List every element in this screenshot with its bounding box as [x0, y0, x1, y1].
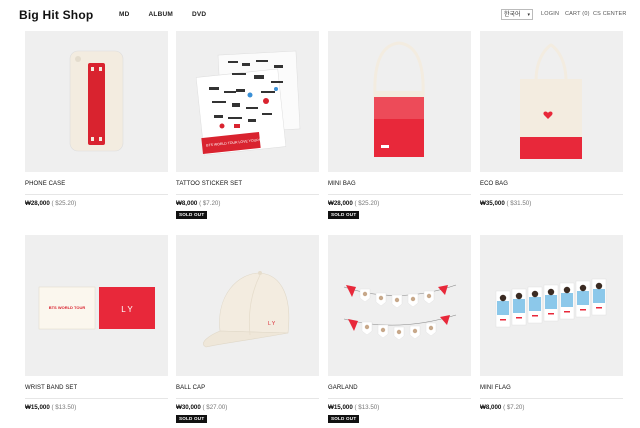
product-name[interactable]: BALL CAP: [176, 385, 205, 391]
language-select[interactable]: 한국어 ▾: [501, 9, 533, 20]
product-name[interactable]: MINI FLAG: [480, 385, 511, 391]
price-krw: ₩8,000: [480, 404, 502, 411]
product-image-mini-flag[interactable]: [480, 235, 623, 376]
price-usd: ( $7.20): [199, 200, 221, 207]
product-name[interactable]: GARLAND: [328, 385, 358, 391]
mini-flag-illustration: [495, 278, 607, 328]
product-name[interactable]: PHONE CASE: [25, 181, 65, 187]
product-price: ₩30,000 ( $27.00): [176, 404, 227, 411]
product-name[interactable]: TATTOO STICKER SET: [176, 181, 242, 187]
product-price: ₩8,000 ( $7.20): [480, 404, 524, 411]
sold-out-badge: SOLD OUT: [328, 415, 360, 423]
product-price: ₩28,000 ( $25.20): [25, 200, 76, 207]
site-logo[interactable]: Big Hit Shop: [19, 8, 93, 22]
price-usd: ( $13.50): [354, 404, 380, 411]
product-image-garland[interactable]: [328, 235, 471, 376]
price-krw: ₩8,000: [176, 200, 198, 207]
divider: [25, 398, 168, 399]
divider: [176, 398, 319, 399]
price-usd: ( $7.20): [503, 404, 525, 411]
chevron-down-icon: ▾: [527, 12, 530, 18]
cap-label: L Y: [268, 321, 276, 327]
product-price: ₩35,000 ( $31.50): [480, 200, 531, 207]
eco-bag-illustration: [520, 43, 582, 159]
price-krw: ₩35,000: [480, 200, 505, 207]
price-usd: ( $25.20): [354, 200, 380, 207]
language-value: 한국어: [504, 12, 521, 18]
product-image-tattoo-sticker-set[interactable]: BTS WORLD TOUR LOVE YOURSELF: [176, 31, 319, 172]
product-image-wrist-band-set[interactable]: BTS WORLD TOUR L Y: [25, 235, 168, 376]
divider: [25, 194, 168, 195]
price-krw: ₩15,000: [25, 404, 50, 411]
phone-case-illustration: [69, 50, 124, 152]
product-image-mini-bag[interactable]: [328, 31, 471, 172]
product-image-eco-bag[interactable]: [480, 31, 623, 172]
divider: [480, 398, 623, 399]
product-name[interactable]: WRIST BAND SET: [25, 385, 77, 391]
product-name[interactable]: MINI BAG: [328, 181, 356, 187]
price-krw: ₩15,000: [328, 404, 353, 411]
price-krw: ₩28,000: [328, 200, 353, 207]
wrist-band-illustration: BTS WORLD TOUR L Y: [38, 286, 155, 330]
garland-illustration: [343, 284, 457, 341]
product-image-ball-cap[interactable]: L Y: [176, 235, 319, 376]
price-krw: ₩28,000: [25, 200, 50, 207]
sold-out-badge: SOLD OUT: [176, 211, 208, 219]
mini-bag-illustration: [373, 41, 425, 157]
price-usd: ( $31.50): [506, 200, 532, 207]
divider: [176, 194, 319, 195]
product-image-phone-case[interactable]: [25, 31, 168, 172]
nav-dvd[interactable]: DVD: [192, 11, 206, 18]
divider: [480, 194, 623, 195]
product-price: ₩15,000 ( $13.50): [328, 404, 379, 411]
price-usd: ( $27.00): [202, 404, 228, 411]
divider: [328, 398, 471, 399]
nav-album[interactable]: ALBUM: [149, 11, 173, 18]
price-usd: ( $25.20): [51, 200, 77, 207]
nav-md[interactable]: MD: [119, 11, 130, 18]
product-price: ₩15,000 ( $13.50): [25, 404, 76, 411]
product-price: ₩8,000 ( $7.20): [176, 200, 220, 207]
wristband-label: L Y: [121, 305, 133, 314]
wristband-card-label: BTS WORLD TOUR: [49, 305, 86, 310]
product-name[interactable]: ECO BAG: [480, 181, 508, 187]
sticker-set-illustration: BTS WORLD TOUR LOVE YOURSELF: [195, 50, 301, 156]
ball-cap-illustration: L Y: [203, 271, 290, 348]
product-price: ₩28,000 ( $25.20): [328, 200, 379, 207]
main-nav: MD ALBUM DVD: [119, 11, 225, 18]
cart-link[interactable]: CART (0): [565, 11, 590, 17]
site-header: Big Hit Shop MD ALBUM DVD 한국어 ▾ LOGIN CA…: [0, 0, 640, 30]
cs-center-link[interactable]: CS CENTER: [593, 11, 627, 17]
sold-out-badge: SOLD OUT: [176, 415, 208, 423]
divider: [328, 194, 471, 195]
login-link[interactable]: LOGIN: [541, 11, 559, 17]
price-krw: ₩30,000: [176, 404, 201, 411]
sold-out-badge: SOLD OUT: [328, 211, 360, 219]
price-usd: ( $13.50): [51, 404, 77, 411]
